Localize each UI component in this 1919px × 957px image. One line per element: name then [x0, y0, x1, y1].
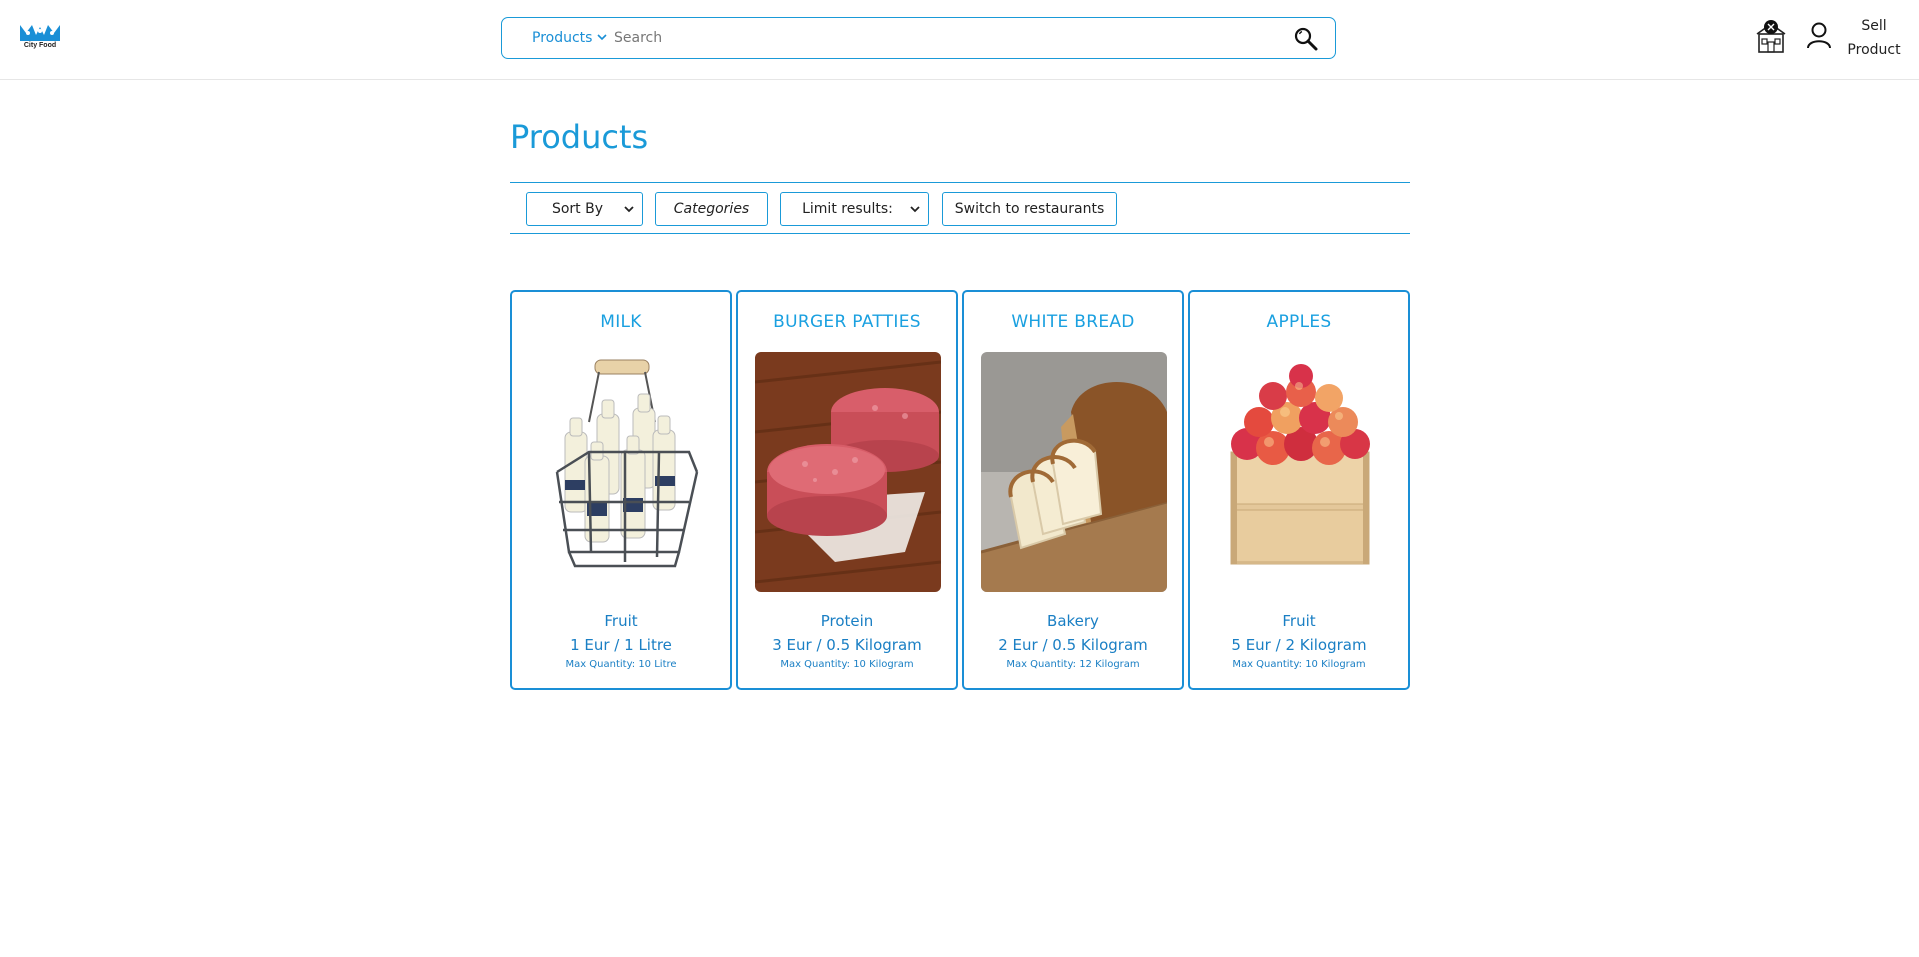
logo-text: City Food	[23, 42, 57, 49]
product-name: WHITE BREAD	[1011, 312, 1135, 332]
search-icon[interactable]	[1293, 26, 1319, 52]
product-price: 5 Eur / 2 Kilogram	[1231, 636, 1367, 654]
product-name: MILK	[600, 312, 642, 332]
product-category: Fruit	[1282, 612, 1316, 630]
product-image-milk	[529, 352, 715, 592]
product-name: BURGER PATTIES	[773, 312, 921, 332]
product-category: Bakery	[1047, 612, 1099, 630]
sell-label: Sell	[1861, 18, 1887, 34]
chevron-down-icon	[624, 206, 634, 213]
restaurant-icon[interactable]	[1754, 18, 1788, 54]
product-max-quantity: Max Quantity: 12 Kilogram	[1006, 659, 1140, 670]
city-food-logo[interactable]: City Food	[18, 21, 62, 53]
search-bar: Products	[501, 17, 1336, 59]
product-card-milk[interactable]: MILK Fruit 1 Eur / 1 Litre Max Quantity:…	[510, 290, 732, 690]
product-image-white-bread	[981, 352, 1167, 592]
user-icon[interactable]	[1806, 21, 1832, 49]
product-image-burger-patties	[755, 352, 941, 592]
product-card-white-bread[interactable]: WHITE BREAD Bakery 2 Eur / 0.5 Kilogram …	[962, 290, 1184, 690]
product-label: Product	[1847, 42, 1901, 58]
product-image-apples	[1207, 352, 1393, 592]
chevron-down-icon	[910, 206, 920, 213]
product-price: 3 Eur / 0.5 Kilogram	[772, 636, 922, 654]
search-input[interactable]	[614, 26, 1254, 50]
product-card-apples[interactable]: APPLES Fruit 5 Eur / 2 Kilogram Max Quan…	[1188, 290, 1410, 690]
top-header: City Food Products Sell Product	[0, 0, 1919, 80]
sell-product-link[interactable]: Sell Product	[1832, 14, 1916, 62]
switch-to-restaurants-button[interactable]: Switch to restaurants	[942, 192, 1117, 226]
limit-results-label: Limit results:	[802, 201, 893, 217]
product-max-quantity: Max Quantity: 10 Litre	[565, 659, 677, 670]
sort-by-select[interactable]: Sort By	[526, 192, 643, 226]
product-price: 2 Eur / 0.5 Kilogram	[998, 636, 1148, 654]
chevron-down-icon[interactable]	[596, 30, 608, 44]
filter-toolbar: Sort By Categories Limit results: Switch…	[510, 182, 1410, 234]
categories-button[interactable]: Categories	[655, 192, 768, 226]
product-name: APPLES	[1266, 312, 1332, 332]
search-type-select[interactable]: Products	[532, 30, 592, 46]
product-price: 1 Eur / 1 Litre	[570, 636, 672, 654]
product-category: Protein	[820, 612, 874, 630]
product-max-quantity: Max Quantity: 10 Kilogram	[780, 659, 914, 670]
product-card-burger-patties[interactable]: BURGER PATTIES Protein 3 Eur / 0.5 Kilog…	[736, 290, 958, 690]
product-category: Fruit	[604, 612, 638, 630]
product-max-quantity: Max Quantity: 10 Kilogram	[1232, 659, 1366, 670]
logo-icon	[20, 25, 60, 41]
limit-results-select[interactable]: Limit results:	[780, 192, 929, 226]
sort-by-label: Sort By	[551, 201, 604, 217]
page-title: Products	[510, 118, 649, 156]
